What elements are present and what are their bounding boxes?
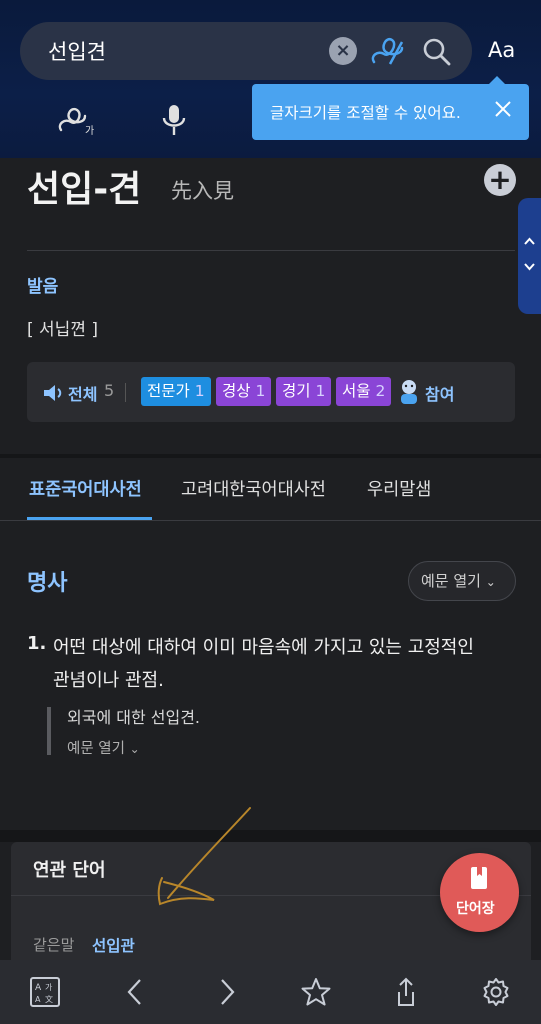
audio-all-label[interactable]: 전체: [68, 381, 97, 405]
audio-tag-gyeonggi[interactable]: 경기 1: [276, 377, 332, 406]
tag-count: 1: [255, 382, 266, 400]
clear-icon[interactable]: ×: [329, 37, 357, 65]
related-words-title: 연관 단어: [33, 860, 106, 881]
hanja: 先入見: [171, 179, 234, 203]
close-icon[interactable]: [492, 98, 514, 120]
font-size-button[interactable]: Aa: [488, 38, 515, 62]
hanja-dictionary-icon[interactable]: A 가 A 文: [29, 976, 61, 1008]
tag-count: 2: [375, 382, 386, 400]
tag-label: 경상: [222, 382, 251, 400]
svg-text:文: 文: [45, 994, 53, 1004]
svg-text:가: 가: [85, 125, 94, 137]
search-icon[interactable]: [421, 36, 453, 68]
pronunciation-value: [ 서닙껸 ]: [27, 320, 98, 340]
search-input[interactable]: 선입견: [48, 36, 106, 66]
audio-tag-seoul[interactable]: 서울 2: [336, 377, 392, 406]
definition-text-line2: 관념이나 관점.: [53, 670, 164, 691]
part-of-speech: 명사: [27, 571, 68, 596]
tab-standard-dictionary[interactable]: 표준국어대사전: [29, 476, 142, 501]
forward-icon[interactable]: [210, 976, 242, 1008]
chevron-up-down-icon: [524, 237, 535, 271]
definition-text-line1: 어떤 대상에 대하여 이미 마음속에 가지고 있는 고정적인: [53, 637, 474, 658]
example-quote-bar: [47, 707, 51, 755]
audio-all-count: 5: [104, 381, 115, 400]
tab-urimalsaem[interactable]: 우리말샘: [367, 476, 431, 501]
bookmark-book-icon: [471, 867, 487, 889]
pronunciation-label: 발음: [27, 277, 59, 297]
synonym-link[interactable]: 선입관: [92, 934, 135, 956]
settings-gear-icon[interactable]: [480, 976, 512, 1008]
back-icon[interactable]: [120, 976, 152, 1008]
svg-text:A: A: [35, 983, 42, 993]
tab-korea-univ-dictionary[interactable]: 고려대한국어대사전: [181, 476, 326, 501]
share-icon[interactable]: [390, 976, 422, 1008]
section-nav-toggle[interactable]: [518, 198, 541, 314]
tag-label: 서울: [342, 382, 371, 400]
speaker-icon[interactable]: [42, 383, 64, 403]
example-toggle-label[interactable]: 예문 열기 ⌄: [421, 570, 496, 591]
svg-text:A: A: [35, 995, 41, 1004]
add-icon[interactable]: +: [484, 164, 516, 196]
wordbook-label[interactable]: 단어장: [456, 898, 495, 918]
participate-link[interactable]: 참여: [425, 381, 454, 405]
divider: [27, 250, 515, 251]
example-open-text: 예문 열기: [67, 741, 125, 757]
tag-label: 전문가: [147, 382, 190, 400]
tab-divider: [0, 520, 541, 521]
section-separator: [0, 830, 541, 842]
separator: [125, 383, 126, 402]
example-open-link[interactable]: 예문 열기 ⌄: [67, 737, 140, 758]
audio-tag-expert[interactable]: 전문가 1: [141, 377, 211, 406]
handwriting-input-icon[interactable]: 가: [55, 104, 99, 138]
tag-count: 1: [315, 382, 326, 400]
star-icon[interactable]: [300, 976, 332, 1008]
example-sentence: 외국에 대한 선입견.: [67, 708, 201, 727]
bottom-navigation: [0, 960, 541, 1024]
definition-number: 1.: [27, 633, 47, 654]
tag-label: 경기: [282, 382, 311, 400]
microphone-icon[interactable]: [158, 102, 190, 138]
participant-avatar-icon: [401, 380, 417, 404]
synonym-label: 같은말: [33, 936, 75, 954]
example-toggle-text: 예문 열기: [421, 572, 481, 590]
tooltip-text: 글자크기를 조절할 수 있어요.: [270, 104, 461, 122]
section-separator: [0, 454, 541, 458]
chevron-down-icon: ⌄: [485, 575, 496, 589]
wordbook-button[interactable]: [440, 853, 519, 932]
headword: 선입-견: [27, 169, 142, 210]
audio-tag-gyeongsang[interactable]: 경상 1: [216, 377, 272, 406]
svg-text:가: 가: [45, 983, 53, 992]
tag-count: 1: [194, 382, 205, 400]
handwriting-icon[interactable]: [368, 34, 406, 68]
scribble-annotation: [157, 807, 251, 906]
chevron-down-icon: ⌄: [129, 742, 140, 756]
